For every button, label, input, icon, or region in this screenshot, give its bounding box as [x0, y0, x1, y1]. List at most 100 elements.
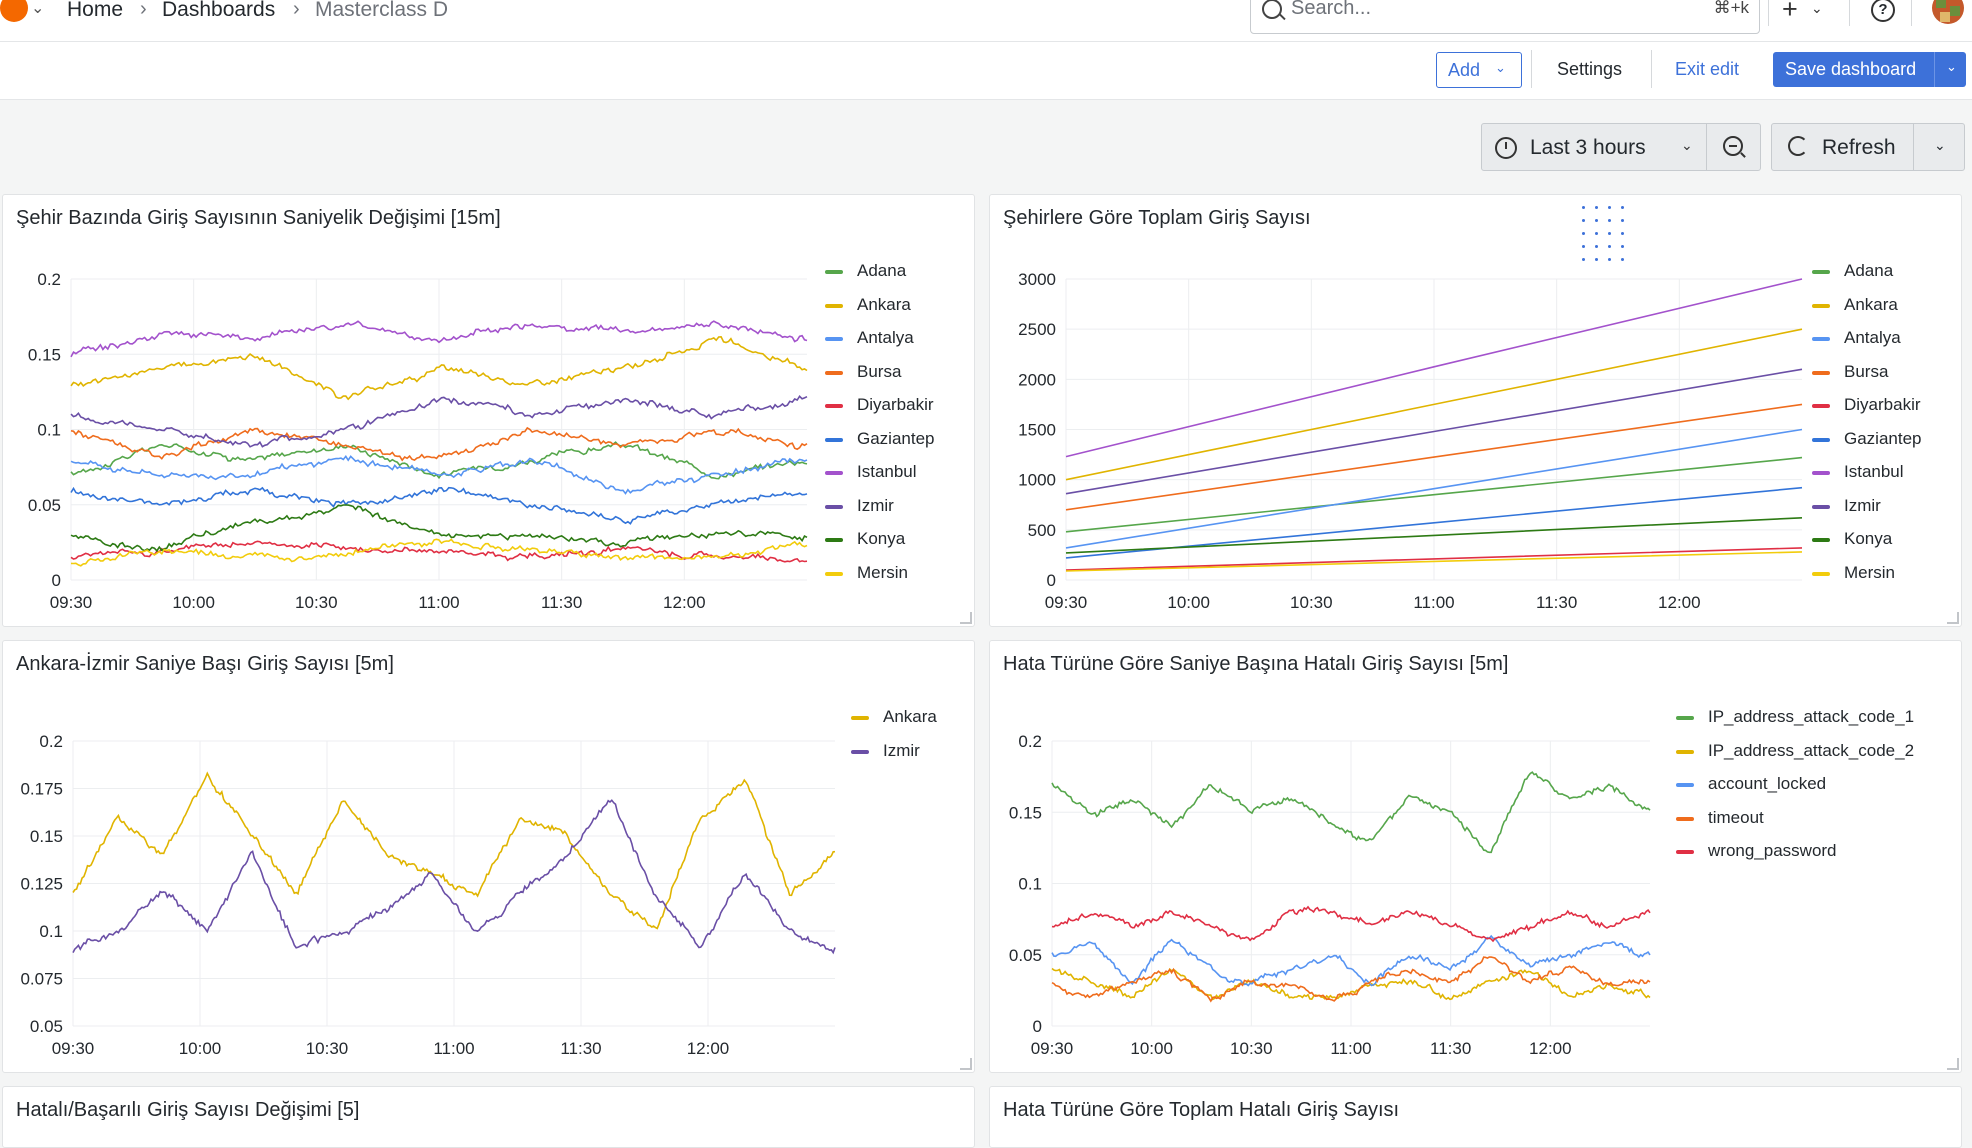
- x-tick-label: 12:00: [1529, 1039, 1572, 1058]
- save-label: Save dashboard: [1785, 59, 1917, 79]
- time-range-picker[interactable]: Last 3 hours ⌄: [1481, 123, 1761, 171]
- x-tick-label: 09:30: [50, 593, 93, 612]
- x-tick-label: 10:30: [295, 593, 338, 612]
- x-tick-label: 10:00: [1130, 1039, 1173, 1058]
- panel-error-total[interactable]: Hata Türüne Göre Toplam Hatalı Giriş Say…: [989, 1086, 1962, 1148]
- legend-label: Gaziantep: [857, 428, 935, 448]
- add-button[interactable]: Add ⌄: [1436, 52, 1522, 88]
- zoom-out-icon[interactable]: [1723, 136, 1743, 156]
- legend-label: IP_address_attack_code_1: [1708, 707, 1915, 726]
- y-tick-label: 0.125: [20, 875, 63, 894]
- y-tick-label: 0.1: [1018, 875, 1042, 894]
- panel-fail-success[interactable]: Hatalı/Başarılı Giriş Sayısı Değişimi [5…: [2, 1086, 975, 1148]
- panel-city-rate[interactable]: Şehir Bazında Giriş Sayısının Saniyelik …: [2, 194, 975, 627]
- panel-error-rate[interactable]: Hata Türüne Göre Saniye Başına Hatalı Gi…: [989, 640, 1962, 1073]
- legend-swatch: [1812, 404, 1830, 408]
- legend-swatch: [1812, 437, 1830, 442]
- legend-label: Konya: [1844, 529, 1893, 548]
- legend-swatch: [851, 716, 869, 720]
- legend-label: Diyarbakir: [1844, 395, 1921, 414]
- divider: [1531, 50, 1532, 88]
- resize-handle[interactable]: [960, 612, 972, 624]
- y-tick-label: 0.075: [20, 970, 63, 989]
- legend-swatch: [825, 270, 843, 274]
- x-tick-label: 12:00: [663, 593, 706, 612]
- add-label: Add: [1448, 60, 1481, 80]
- y-tick-label: 500: [1028, 521, 1056, 540]
- x-tick-label: 11:00: [1330, 1039, 1371, 1058]
- exit-edit-button[interactable]: Exit edit: [1675, 59, 1739, 80]
- resize-handle[interactable]: [960, 1058, 972, 1070]
- resize-handle[interactable]: [1947, 612, 1959, 624]
- x-tick-label: 11:00: [1413, 593, 1454, 612]
- help-icon[interactable]: ?: [1871, 0, 1895, 22]
- avatar[interactable]: [1932, 0, 1964, 24]
- legend-swatch: [825, 538, 843, 542]
- legend-label: Gaziantep: [1844, 428, 1922, 448]
- x-tick-label: 11:00: [418, 593, 459, 612]
- legend-label: Mersin: [857, 562, 909, 582]
- resize-handle[interactable]: [1947, 1058, 1959, 1070]
- y-tick-label: 0.1: [39, 922, 63, 941]
- save-dashboard-button[interactable]: Save dashboard ⌄: [1773, 52, 1966, 87]
- legend-swatch: [1676, 783, 1694, 787]
- legend-label: Ankara: [857, 294, 911, 314]
- x-tick-label: 10:00: [179, 1039, 222, 1058]
- legend-label: Bursa: [857, 361, 902, 381]
- breadcrumb-home[interactable]: Home: [67, 0, 123, 22]
- divider: [1706, 124, 1707, 170]
- divider: [1849, 0, 1850, 26]
- breadcrumb-current: Masterclass D: [315, 0, 449, 21]
- chevron-down-icon[interactable]: ⌄: [1811, 0, 1823, 17]
- refresh-picker[interactable]: Refresh ⌄: [1771, 123, 1965, 171]
- x-tick-label: 10:30: [1230, 1039, 1273, 1058]
- legend-label: Adana: [857, 261, 907, 280]
- legend-swatch: [825, 337, 843, 341]
- legend-label: Bursa: [1844, 361, 1889, 381]
- chevron-down-icon: ⌄: [1495, 60, 1506, 75]
- time-range-label: Last 3 hours: [1530, 136, 1646, 159]
- legend-label: Diyarbakir: [857, 395, 934, 414]
- plus-icon[interactable]: +: [1782, 0, 1798, 25]
- x-tick-label: 11:30: [1536, 593, 1577, 612]
- y-tick-label: 0.2: [37, 270, 61, 289]
- legend-label: IP_address_attack_code_2: [1708, 740, 1915, 760]
- y-tick-label: 0: [1047, 571, 1056, 590]
- chevron-down-icon: ⌄: [1681, 137, 1693, 153]
- chevron-down-icon[interactable]: ⌄: [1934, 137, 1946, 154]
- dashboard-toolbar: Add ⌄ Settings Exit edit Save dashboard …: [0, 42, 1972, 100]
- legend-swatch: [1812, 571, 1830, 576]
- panel-ankara-izmir[interactable]: Ankara-İzmir Saniye Başı Giriş Sayısı [5…: [2, 640, 975, 1073]
- legend-label: Ankara: [1844, 294, 1898, 314]
- chevron-down-icon[interactable]: ⌄: [1946, 59, 1957, 75]
- search-placeholder: Search...: [1291, 0, 1372, 19]
- legend-swatch: [1812, 370, 1830, 375]
- legend-swatch: [825, 370, 843, 375]
- settings-button[interactable]: Settings: [1557, 59, 1622, 80]
- chevron-down-icon[interactable]: ⌄: [31, 0, 44, 18]
- search-input[interactable]: Search... ⌘+k: [1250, 0, 1760, 34]
- legend-swatch: [1812, 303, 1830, 308]
- divider: [1651, 50, 1652, 88]
- y-tick-label: 0.15: [30, 827, 63, 846]
- legend-swatch: [1812, 471, 1830, 475]
- legend-label: timeout: [1708, 807, 1764, 827]
- legend-label: Izmir: [857, 495, 894, 515]
- x-tick-label: 10:30: [306, 1039, 349, 1058]
- legend-swatch: [825, 471, 843, 475]
- y-tick-label: 3000: [1018, 270, 1056, 289]
- x-tick-label: 10:00: [172, 593, 215, 612]
- legend-label: Izmir: [1844, 495, 1881, 515]
- breadcrumb-separator-icon: ›: [140, 0, 147, 20]
- x-tick-label: 12:00: [687, 1039, 730, 1058]
- legend-label: Adana: [1844, 261, 1894, 280]
- y-tick-label: 0.15: [1009, 803, 1042, 822]
- panel-city-total[interactable]: Şehirlere Göre Toplam Giriş Sayısı 0 500 1…: [989, 194, 1962, 627]
- legend-swatch: [1812, 538, 1830, 542]
- grafana-logo-icon[interactable]: [0, 0, 28, 22]
- x-tick-label: 11:00: [433, 1039, 474, 1058]
- top-nav-bar: ⌄ Home › Dashboards › Masterclass D Sear…: [0, 0, 1972, 42]
- breadcrumb-dashboards[interactable]: Dashboards: [162, 0, 275, 22]
- legend-swatch: [1812, 270, 1830, 274]
- y-tick-label: 0.175: [20, 780, 63, 799]
